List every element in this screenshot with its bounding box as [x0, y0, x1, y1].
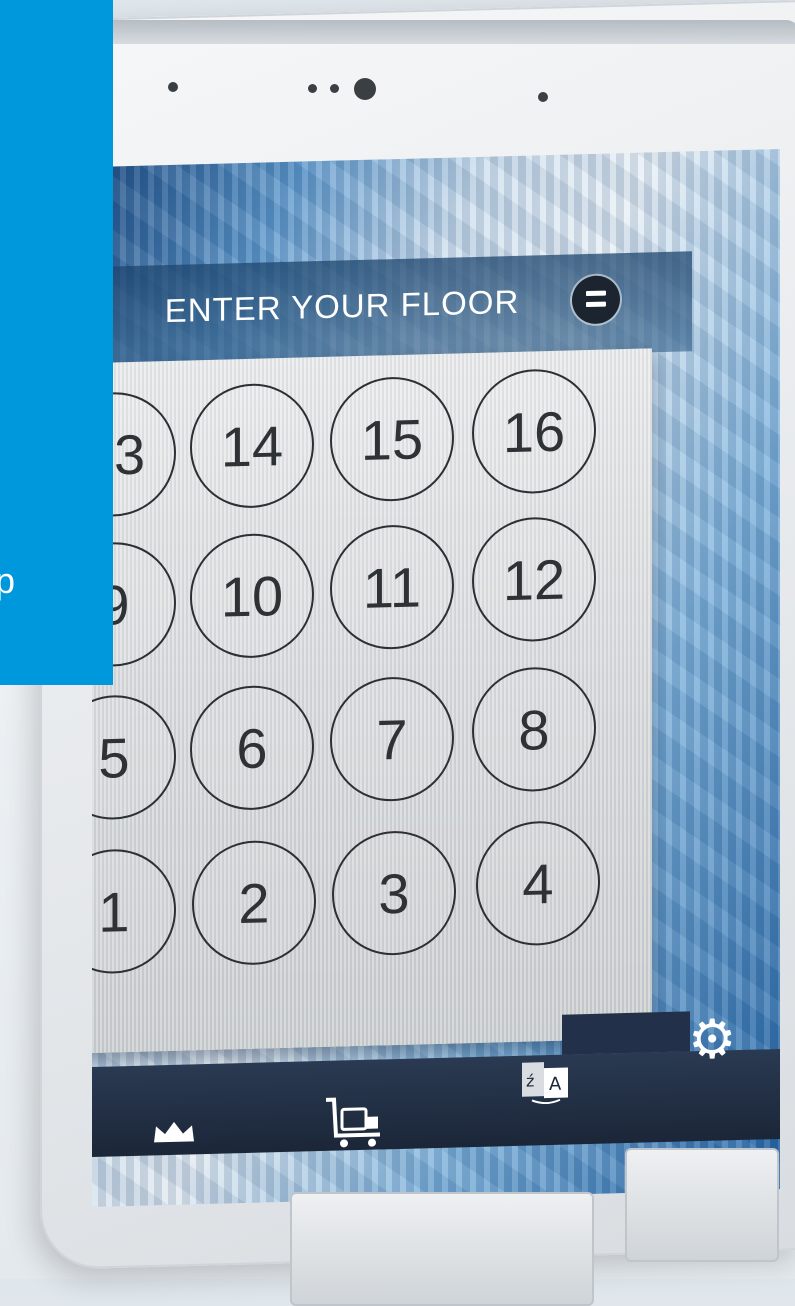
camera-dot-1 [308, 84, 317, 93]
camera-lens [354, 78, 376, 100]
menu-icon [586, 290, 606, 297]
floor-button-15[interactable]: 15 [330, 375, 454, 503]
floor-button-12[interactable]: 12 [472, 515, 596, 644]
floor-button-16[interactable]: 16 [472, 367, 596, 496]
floor-button-1[interactable]: 1 [92, 847, 176, 976]
floor-button-3[interactable]: 3 [332, 829, 456, 957]
floor-button-10[interactable]: 10 [190, 532, 314, 660]
blue-overlay-panel: p [0, 0, 113, 685]
overlay-text: p [0, 560, 16, 601]
svg-text:ź: ź [526, 1071, 534, 1090]
floor-button-14[interactable]: 14 [190, 382, 314, 510]
menu-icon-line [586, 301, 606, 308]
floor-button-2[interactable]: 2 [192, 839, 316, 967]
svg-text:A: A [549, 1074, 562, 1095]
crown-icon[interactable] [152, 1119, 196, 1154]
device-foot-left [290, 1192, 594, 1306]
toolbar-raised-section [562, 1011, 690, 1055]
floor-button-6[interactable]: 6 [190, 684, 314, 812]
camera-sensor-left [168, 82, 178, 92]
camera-sensor-right [538, 92, 548, 102]
floor-button-8[interactable]: 8 [472, 665, 596, 794]
touch-screen: ENTER YOUR FLOOR 13 14 15 16 9 10 11 12 … [92, 148, 780, 1208]
device-top-rim [100, 20, 795, 44]
floor-button-4[interactable]: 4 [476, 819, 600, 947]
floor-button-5[interactable]: 5 [92, 693, 176, 822]
floor-button-7[interactable]: 7 [330, 675, 454, 803]
camera-dot-2 [330, 84, 339, 93]
device-foot-right [625, 1148, 779, 1262]
floor-keypad: 13 14 15 16 9 10 11 12 5 6 7 8 1 2 3 4 [92, 348, 652, 1055]
luggage-cart-icon[interactable] [322, 1094, 388, 1157]
gear-icon[interactable]: ⚙ [688, 1009, 736, 1070]
language-icon[interactable]: ź A [522, 1059, 570, 1105]
floor-button-11[interactable]: 11 [330, 523, 454, 651]
